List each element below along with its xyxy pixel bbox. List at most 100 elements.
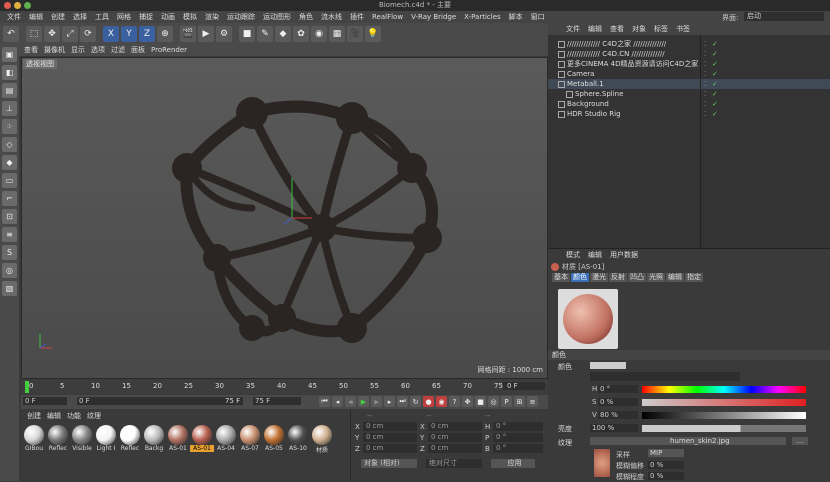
enable-check-icon[interactable]: ✓ <box>712 90 718 98</box>
saturation-field[interactable]: 0 % <box>598 398 638 406</box>
tab-7[interactable]: 指定 <box>685 273 703 282</box>
pen-icon[interactable]: ✎ <box>257 25 273 42</box>
scale-icon[interactable]: ⤢ <box>62 25 78 42</box>
enable-check-icon[interactable]: ✓ <box>712 70 718 78</box>
object-row[interactable]: Camera ⁚ ✓ <box>548 69 830 79</box>
axis-mode-icon[interactable]: ⊥ <box>2 101 17 116</box>
material-swatch[interactable]: AS-04 <box>215 425 237 454</box>
render-settings-icon[interactable]: ⚙ <box>216 25 232 42</box>
tab-0[interactable]: 基本 <box>552 273 570 282</box>
menu-item-4[interactable]: 工具 <box>91 12 113 22</box>
material-swatch[interactable]: AS-01 <box>167 425 189 454</box>
loop-icon[interactable]: ↻ <box>410 396 421 407</box>
z-axis-icon[interactable]: Z <box>139 25 155 42</box>
visibility-dots-icon[interactable]: ⁚ <box>704 90 706 98</box>
tab-3[interactable]: 反射 <box>609 273 627 282</box>
preview-range-slider[interactable]: 0 F <box>77 397 243 405</box>
viewport-menu-item-6[interactable]: ProRender <box>148 46 190 54</box>
coord-mode-dropdown[interactable]: 对象 (相对) <box>361 459 417 468</box>
lock-icon[interactable]: ⊡ <box>2 209 17 224</box>
coord-position-field[interactable]: 0 cm <box>363 422 417 431</box>
snap-icon[interactable]: ⌐ <box>2 191 17 206</box>
color-swatch[interactable] <box>590 362 626 369</box>
layer-icon[interactable]: ▧ <box>2 281 17 296</box>
menu-item-16[interactable]: V-Ray Bridge <box>407 13 460 21</box>
material-swatch[interactable]: AS-07 <box>239 425 261 454</box>
coord-rotation-field[interactable]: 0 ° <box>493 433 543 442</box>
value-slider[interactable] <box>642 412 806 419</box>
enable-check-icon[interactable]: ✓ <box>712 100 718 108</box>
attribute-menu-item-2[interactable]: 用户数据 <box>606 250 642 260</box>
menu-item-8[interactable]: 模拟 <box>179 12 201 22</box>
blur-offset-field[interactable]: 0 % <box>648 461 684 469</box>
material-menu-item-0[interactable]: 创建 <box>27 411 41 421</box>
make-editable-icon[interactable]: ▣ <box>2 47 17 62</box>
current-frame-field[interactable]: 0 F <box>503 382 545 390</box>
visibility-dots-icon[interactable]: ⁚ <box>704 100 706 108</box>
menu-item-11[interactable]: 运动图形 <box>259 12 295 22</box>
minimize-window-button[interactable] <box>14 2 21 9</box>
object-menu-item-4[interactable]: 标签 <box>650 24 672 34</box>
brightness-field[interactable]: 100 % <box>590 424 638 432</box>
edges-mode-icon[interactable]: ◇ <box>2 137 17 152</box>
close-window-button[interactable] <box>4 2 11 9</box>
enable-check-icon[interactable]: ✓ <box>712 50 718 58</box>
polygons-mode-icon[interactable]: ◆ <box>2 155 17 170</box>
coord-size-field[interactable]: 0 cm <box>428 422 482 431</box>
coord-position-field[interactable]: 0 cm <box>363 444 417 453</box>
rotate-key-icon[interactable]: ◎ <box>488 396 499 407</box>
magnet-icon[interactable]: ◎ <box>2 263 17 278</box>
enable-check-icon[interactable]: ✓ <box>712 60 718 68</box>
menu-item-9[interactable]: 渲染 <box>201 12 223 22</box>
viewport-menu-item-5[interactable]: 面板 <box>128 45 148 55</box>
object-row[interactable]: 更多CINEMA 4D精品资源请访问C4D之家 ⁚ ✓ <box>548 59 830 69</box>
select-icon[interactable]: ⬚ <box>26 25 42 42</box>
menu-item-5[interactable]: 网格 <box>113 12 135 22</box>
layout-dropdown[interactable]: 启动 <box>744 12 824 21</box>
coord-rotation-field[interactable]: 0 ° <box>493 422 543 431</box>
menu-item-18[interactable]: 脚本 <box>505 12 527 22</box>
floor-icon[interactable]: ▦ <box>329 25 345 42</box>
enable-check-icon[interactable]: ✓ <box>712 80 718 88</box>
material-swatch[interactable]: Reflec <box>119 425 141 454</box>
menu-item-13[interactable]: 流水线 <box>317 12 346 22</box>
coord-rotation-field[interactable]: 0 ° <box>493 444 543 453</box>
visibility-dots-icon[interactable]: ⁚ <box>704 40 706 48</box>
viewport-menu-item-1[interactable]: 摄像机 <box>41 45 68 55</box>
camera-icon[interactable]: 🎥 <box>347 25 363 42</box>
prev-key-icon[interactable]: ◂ <box>332 396 343 407</box>
menu-item-17[interactable]: X-Particles <box>460 13 504 21</box>
tab-6[interactable]: 编辑 <box>666 273 684 282</box>
menu-item-7[interactable]: 动画 <box>157 12 179 22</box>
viewport-menu-item-4[interactable]: 过滤 <box>108 45 128 55</box>
array-icon[interactable]: ✿ <box>293 25 309 42</box>
material-swatch[interactable]: 材质 <box>311 425 333 454</box>
timeline-ruler[interactable]: 0 F 0 5 10 15 20 25 30 35 40 45 50 55 60 65 70 75 <box>21 380 548 394</box>
material-menu-item-3[interactable]: 纹理 <box>87 411 101 421</box>
material-swatch[interactable]: Backg <box>143 425 165 454</box>
render-icon[interactable]: ▶ <box>198 25 214 42</box>
render-view-icon[interactable]: 🎬 <box>180 25 196 42</box>
coord-size-dropdown[interactable]: 绝对尺寸 <box>426 459 482 468</box>
go-to-end-icon[interactable]: ⏭ <box>397 396 408 407</box>
object-row[interactable]: Metaball.1 ⁚ ✓ <box>548 79 830 89</box>
deformer-icon[interactable]: ◉ <box>311 25 327 42</box>
timeline-menu-icon[interactable]: ≡ <box>527 396 538 407</box>
key-settings-icon[interactable]: ? <box>449 396 460 407</box>
enable-check-icon[interactable]: ✓ <box>712 110 718 118</box>
param-key-icon[interactable]: P <box>501 396 512 407</box>
object-row[interactable]: ////////////// C4D.CN ////////////// ⁚ ✓ <box>548 49 830 59</box>
y-axis-icon[interactable]: Y <box>121 25 137 42</box>
rotate-icon[interactable]: ⟳ <box>80 25 96 42</box>
tab-4[interactable]: 凹凸 <box>628 273 646 282</box>
menu-item-15[interactable]: RealFlow <box>368 13 407 21</box>
material-swatch[interactable]: Visible <box>71 425 93 454</box>
end-frame-field[interactable]: 75 F <box>253 397 301 405</box>
sampling-dropdown[interactable]: MIP <box>648 449 684 457</box>
coord-position-field[interactable]: 0 cm <box>363 433 417 442</box>
object-menu-item-0[interactable]: 文件 <box>562 24 584 34</box>
menu-item-6[interactable]: 捕捉 <box>135 12 157 22</box>
material-swatch[interactable]: AS-10 <box>287 425 309 454</box>
material-swatch[interactable]: Reflec <box>47 425 69 454</box>
auto-key-icon[interactable]: ◉ <box>436 396 447 407</box>
